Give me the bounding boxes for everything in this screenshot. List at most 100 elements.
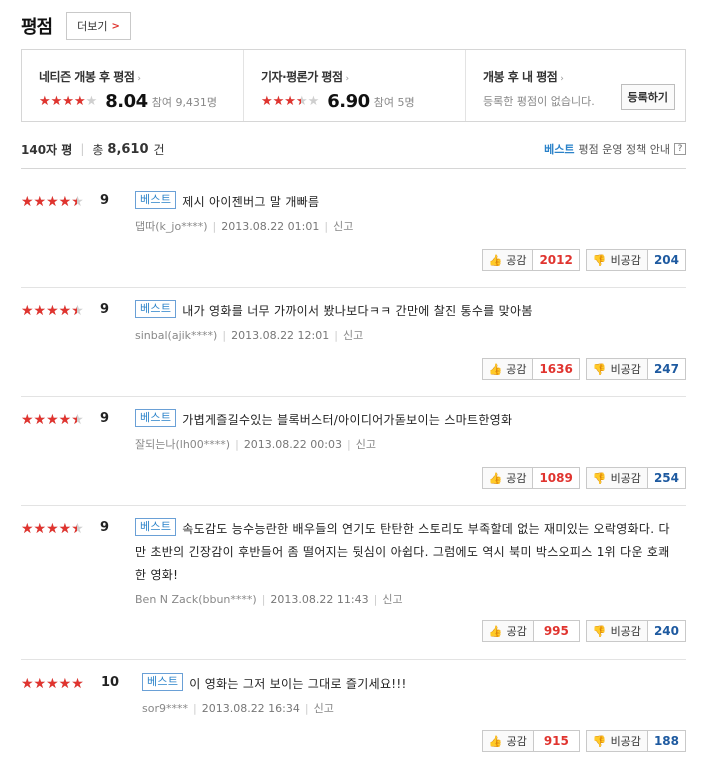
vote-group: 👍 공감 1089 👎 비공감 254 xyxy=(481,467,686,489)
review-stars-wrap: ★★★★★★★★★★ xyxy=(21,195,84,209)
review-text: 제시 아이젠버그 말 개빠름 xyxy=(182,195,320,209)
netizen-participants: 참여 9,431명 xyxy=(151,95,218,109)
policy-label: 평점 운영 정책 안내 xyxy=(578,143,670,156)
divider xyxy=(21,287,686,288)
review-date: 2013.08.22 12:01 xyxy=(231,329,330,342)
review-text-wrap: 베스트 속도감도 능수능란한 배우들의 연기도 탄탄한 스토리도 부족할데 없는 … xyxy=(135,518,680,587)
dislike-button[interactable]: 👎 비공감 xyxy=(585,467,648,489)
review-item: ★★★★★★★★★★ 9 베스트 내가 영화를 너무 가까이서 봤나보다ㅋㅋ 간만… xyxy=(21,300,686,390)
like-label: 공감 xyxy=(506,364,527,376)
register-rating-button[interactable]: 등록하기 xyxy=(620,84,675,110)
review-stars-wrap: ★★★★★★★★★★ xyxy=(21,304,84,318)
like-label: 공감 xyxy=(506,473,527,485)
best-badge: 베스트 xyxy=(135,409,177,427)
review-author[interactable]: Ben N Zack(bbun****) xyxy=(135,593,257,606)
review-date: 2013.08.22 16:34 xyxy=(201,702,300,715)
dislike-button[interactable]: 👎 비공감 xyxy=(585,249,648,271)
review-score: 10 xyxy=(101,675,120,690)
policy-link[interactable]: 베스트 평점 운영 정책 안내 ? xyxy=(544,141,686,157)
report-link[interactable]: 신고 xyxy=(314,702,334,715)
best-badge: 베스트 xyxy=(135,191,177,209)
star-icons-filled: ★★★★★ xyxy=(21,413,77,427)
review-stars-wrap: ★★★★★★★★★★ xyxy=(21,413,84,427)
critic-stars: ★★★★★★★★★★ xyxy=(261,95,319,108)
netizen-score: 8.04 xyxy=(105,91,148,112)
star-icons-filled: ★★★★★ xyxy=(21,195,77,209)
review-stars: ★★★★★★★★★★ xyxy=(21,677,84,691)
dislike-button[interactable]: 👎 비공감 xyxy=(585,358,648,380)
my-rating: 개봉 후 내 평점 › 등록한 평점이 없습니다. 등록하기 xyxy=(465,50,685,121)
review-type-label: 140자 평 xyxy=(21,142,73,157)
review-item: ★★★★★ ★★★★★ 10 베스트 이 영화는 그저 보이는 그대로 즐기세요!!… xyxy=(21,673,686,767)
report-link[interactable]: 신고 xyxy=(333,220,353,233)
rating-header: 평점 더보기 > xyxy=(21,12,131,40)
like-count: 1636 xyxy=(533,358,580,380)
review-date: 2013.08.22 01:01 xyxy=(221,220,320,233)
separator: | xyxy=(192,702,197,715)
review-body: 베스트 속도감도 능수능란한 배우들의 연기도 탄탄한 스토리도 부족할데 없는 … xyxy=(135,518,686,607)
caret-icon: › xyxy=(137,74,141,84)
review-author[interactable]: sinbal(ajik****) xyxy=(135,329,217,342)
dislike-button[interactable]: 👎 비공감 xyxy=(585,730,648,752)
critic-rating-label: 기자·평론가 평점 xyxy=(261,70,343,84)
netizen-rating-link[interactable]: 네티즌 개봉 후 평점 › xyxy=(39,68,243,85)
review-text-wrap: 베스트 가볍게즐길수있는 블록버스터/아이디어가돋보이는 스마트한영화 xyxy=(135,409,686,432)
like-label: 공감 xyxy=(506,736,527,748)
my-rating-link[interactable]: 개봉 후 내 평점 › xyxy=(483,68,685,85)
thumbs-down-icon: 👎 xyxy=(592,472,607,485)
critic-rating-link[interactable]: 기자·평론가 평점 › xyxy=(261,68,465,85)
divider xyxy=(21,659,686,660)
best-label: 베스트 xyxy=(544,143,575,156)
thumbs-down-icon: 👎 xyxy=(592,363,607,376)
divider xyxy=(21,505,686,506)
like-button[interactable]: 👍 공감 xyxy=(481,730,534,752)
review-text-wrap: 베스트 이 영화는 그저 보이는 그대로 즐기세요!!! xyxy=(142,673,686,696)
like-button[interactable]: 👍 공감 xyxy=(481,249,534,271)
like-count: 1089 xyxy=(533,467,580,489)
review-author[interactable]: sor9**** xyxy=(142,702,188,715)
review-body: 베스트 이 영화는 그저 보이는 그대로 즐기세요!!! sor9**** | 201… xyxy=(142,673,686,716)
separator: | xyxy=(261,593,266,606)
separator: | xyxy=(235,438,239,451)
thumbs-up-icon: 👍 xyxy=(488,735,503,748)
separator: | xyxy=(80,142,85,156)
thumbs-up-icon: 👍 xyxy=(488,472,503,485)
review-meta: Ben N Zack(bbun****) | 2013.08.22 11:43 | 신고 xyxy=(135,591,686,607)
dislike-label: 비공감 xyxy=(610,255,641,267)
chevron-right-icon: > xyxy=(111,20,120,32)
separator: | xyxy=(324,220,329,233)
review-author[interactable]: 댑따(k_jo****) xyxy=(135,220,207,233)
review-author[interactable]: 잘되는나(lh00****) xyxy=(135,438,230,451)
like-button[interactable]: 👍 공감 xyxy=(481,620,534,642)
separator: | xyxy=(373,593,378,606)
vote-group: 👍 공감 1636 👎 비공감 247 xyxy=(481,358,686,380)
report-link[interactable]: 신고 xyxy=(382,593,402,606)
thumbs-down-icon: 👎 xyxy=(592,625,607,638)
report-link[interactable]: 신고 xyxy=(343,329,363,342)
review-meta: sinbal(ajik****) | 2013.08.22 12:01 | 신고 xyxy=(135,327,686,343)
more-button[interactable]: 더보기 > xyxy=(66,12,131,40)
review-meta: 댑따(k_jo****) | 2013.08.22 01:01 | 신고 xyxy=(135,218,686,234)
review-date: 2013.08.22 00:03 xyxy=(243,438,342,451)
review-meta: sor9**** | 2013.08.22 16:34 | 신고 xyxy=(142,700,686,716)
like-count: 2012 xyxy=(533,249,580,271)
vote-group: 👍 공감 915 👎 비공감 188 xyxy=(481,730,686,752)
like-label: 공감 xyxy=(506,255,527,267)
like-count: 915 xyxy=(533,730,580,752)
separator: | xyxy=(212,220,217,233)
dislike-count: 254 xyxy=(647,467,686,489)
best-badge: 베스트 xyxy=(135,300,177,318)
dislike-button[interactable]: 👎 비공감 xyxy=(585,620,648,642)
total-label: 총 xyxy=(92,142,104,157)
like-button[interactable]: 👍 공감 xyxy=(481,467,534,489)
dislike-count: 240 xyxy=(647,620,686,642)
vote-group: 👍 공감 995 👎 비공감 240 xyxy=(481,620,686,642)
netizen-rating: 네티즌 개봉 후 평점› ★★★★★★★★★★ 8.04 참여 9,431명 xyxy=(22,50,243,121)
report-link[interactable]: 신고 xyxy=(356,438,376,451)
best-badge: 베스트 xyxy=(135,518,177,536)
netizen-rating-label: 네티즌 개봉 후 평점 xyxy=(39,70,135,84)
critic-participants: 참여 5명 xyxy=(373,95,415,109)
review-text-wrap: 베스트 내가 영화를 너무 가까이서 봤나보다ㅋㅋ 간만에 찰진 통수를 맞아봄 xyxy=(135,300,686,323)
like-button[interactable]: 👍 공감 xyxy=(481,358,534,380)
thumbs-up-icon: 👍 xyxy=(488,363,503,376)
